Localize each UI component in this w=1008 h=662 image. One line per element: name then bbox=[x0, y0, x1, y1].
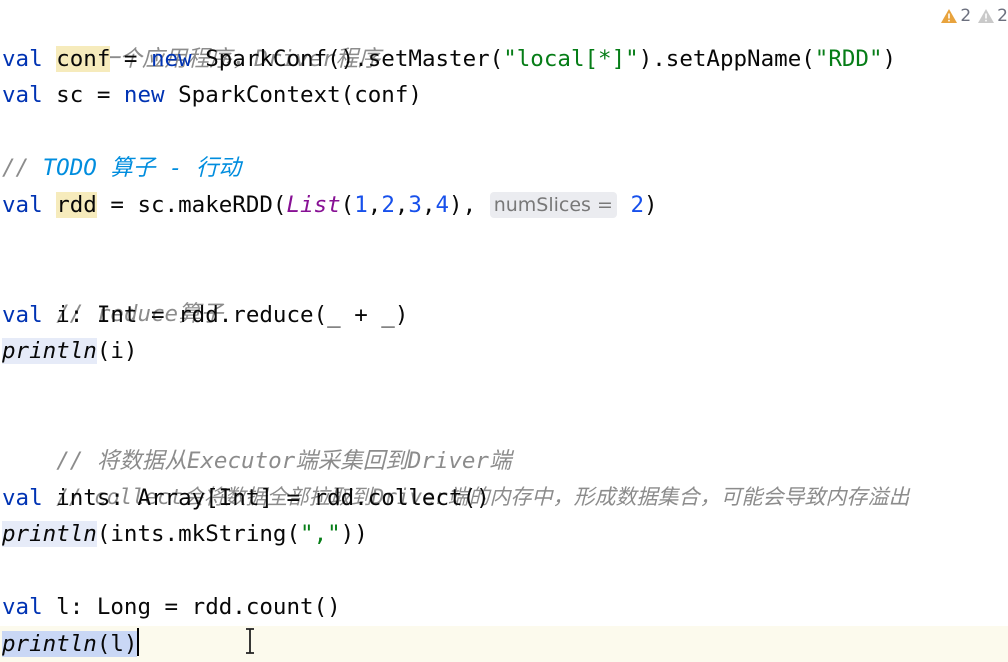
todo-comment: TODO 算子 - 行动 bbox=[42, 155, 242, 181]
i-beam-cursor-icon bbox=[246, 628, 254, 654]
variable-rdd: rdd bbox=[56, 192, 97, 218]
weak-warning-indicator[interactable]: 2 bbox=[977, 6, 1008, 26]
weak-warning-triangle-icon bbox=[978, 9, 995, 23]
number-literal: 2 bbox=[381, 192, 395, 218]
warning-indicator[interactable]: 2 bbox=[940, 6, 971, 26]
parameter-name-hint[interactable]: numSlices = bbox=[489, 192, 617, 218]
code-text: (l) bbox=[96, 631, 138, 657]
weak-warning-count: 2 bbox=[997, 6, 1008, 26]
number-literal: 4 bbox=[435, 192, 450, 218]
println-call: println bbox=[2, 631, 97, 657]
code-line-2[interactable]: val conf = new SparkConf().setMaster("lo… bbox=[2, 41, 896, 77]
list-object: List bbox=[286, 192, 341, 218]
keyword-val: val bbox=[2, 302, 43, 328]
println-call: println bbox=[2, 521, 97, 547]
code-line-todo[interactable]: // TODO 算子 - 行动 bbox=[2, 150, 241, 186]
keyword-val: val bbox=[2, 46, 43, 72]
code-line-14[interactable]: println(l) bbox=[2, 626, 140, 662]
keyword-new: new bbox=[123, 82, 165, 108]
code-line-11[interactable]: val ints: Array[Int] = rdd.collect() bbox=[2, 480, 490, 516]
code-text: SparkConf().setMaster( bbox=[191, 46, 504, 72]
keyword-new: new bbox=[151, 46, 192, 72]
string-literal: "RDD" bbox=[814, 46, 883, 72]
keyword-val: val bbox=[2, 192, 43, 218]
code-line-5[interactable]: val rdd = sc.makeRDD(List(1,2,3,4), numS… bbox=[2, 187, 658, 223]
number-literal: 3 bbox=[408, 192, 422, 218]
code-text: ) bbox=[644, 192, 658, 218]
println-call: println bbox=[2, 338, 97, 364]
code-line-1[interactable]: // 一个应用程序，Driver程序 bbox=[2, 5, 380, 72]
code-line-10[interactable]: // collect会将数据全部拉取到Driver端的内存中，形成数据集合，可能… bbox=[2, 443, 909, 509]
code-editor[interactable]: 2 2 // 一个应用程序，Driver程序 val conf = new Sp… bbox=[0, 0, 1008, 662]
keyword-val: val bbox=[2, 594, 43, 620]
code-text: = sc.makeRDD( bbox=[96, 192, 287, 218]
code-text: ( bbox=[340, 192, 355, 218]
warning-count: 2 bbox=[960, 6, 972, 26]
number-literal: 1 bbox=[354, 192, 368, 218]
code-text: (i) bbox=[96, 338, 138, 364]
code-text: ints: Array[Int] = rdd.collect() bbox=[42, 485, 490, 511]
code-text: ) bbox=[882, 46, 897, 72]
comment-prefix: // bbox=[2, 155, 43, 181]
string-literal: "," bbox=[300, 521, 341, 547]
number-literal: 2 bbox=[630, 192, 644, 218]
code-line-3[interactable]: val sc = new SparkContext(conf) bbox=[2, 77, 422, 113]
code-text: )) bbox=[340, 521, 368, 547]
string-literal: "local[*]" bbox=[503, 46, 639, 72]
code-text: ).setAppName( bbox=[638, 46, 815, 72]
code-line-9[interactable]: // 将数据从Executor端采集回到Driver端 bbox=[2, 407, 511, 474]
warning-triangle-icon bbox=[941, 9, 958, 23]
code-line-6[interactable]: // reduce算子 bbox=[2, 260, 223, 327]
code-text: sc = bbox=[42, 82, 124, 108]
current-line-highlight bbox=[0, 626, 1008, 662]
code-line-7[interactable]: val i: Int = rdd.reduce(_ + _) bbox=[2, 297, 408, 333]
code-text: SparkContext(conf) bbox=[164, 82, 422, 108]
code-text: i: Int = rdd.reduce(_ + _) bbox=[42, 302, 409, 328]
code-line-12[interactable]: println(ints.mkString(",")) bbox=[2, 516, 368, 552]
code-text: l: Long = rdd.count() bbox=[42, 594, 341, 620]
keyword-val: val bbox=[2, 82, 43, 108]
inspection-widget[interactable]: 2 2 bbox=[940, 4, 1008, 28]
code-line-13[interactable]: val l: Long = rdd.count() bbox=[2, 589, 341, 625]
keyword-val: val bbox=[2, 485, 43, 511]
operator: = bbox=[110, 46, 152, 72]
variable-conf: conf bbox=[56, 46, 111, 72]
code-text: (ints.mkString( bbox=[96, 521, 301, 547]
code-line-8[interactable]: println(i) bbox=[2, 333, 137, 369]
code-text: ), bbox=[449, 192, 477, 218]
text-caret bbox=[137, 628, 140, 656]
